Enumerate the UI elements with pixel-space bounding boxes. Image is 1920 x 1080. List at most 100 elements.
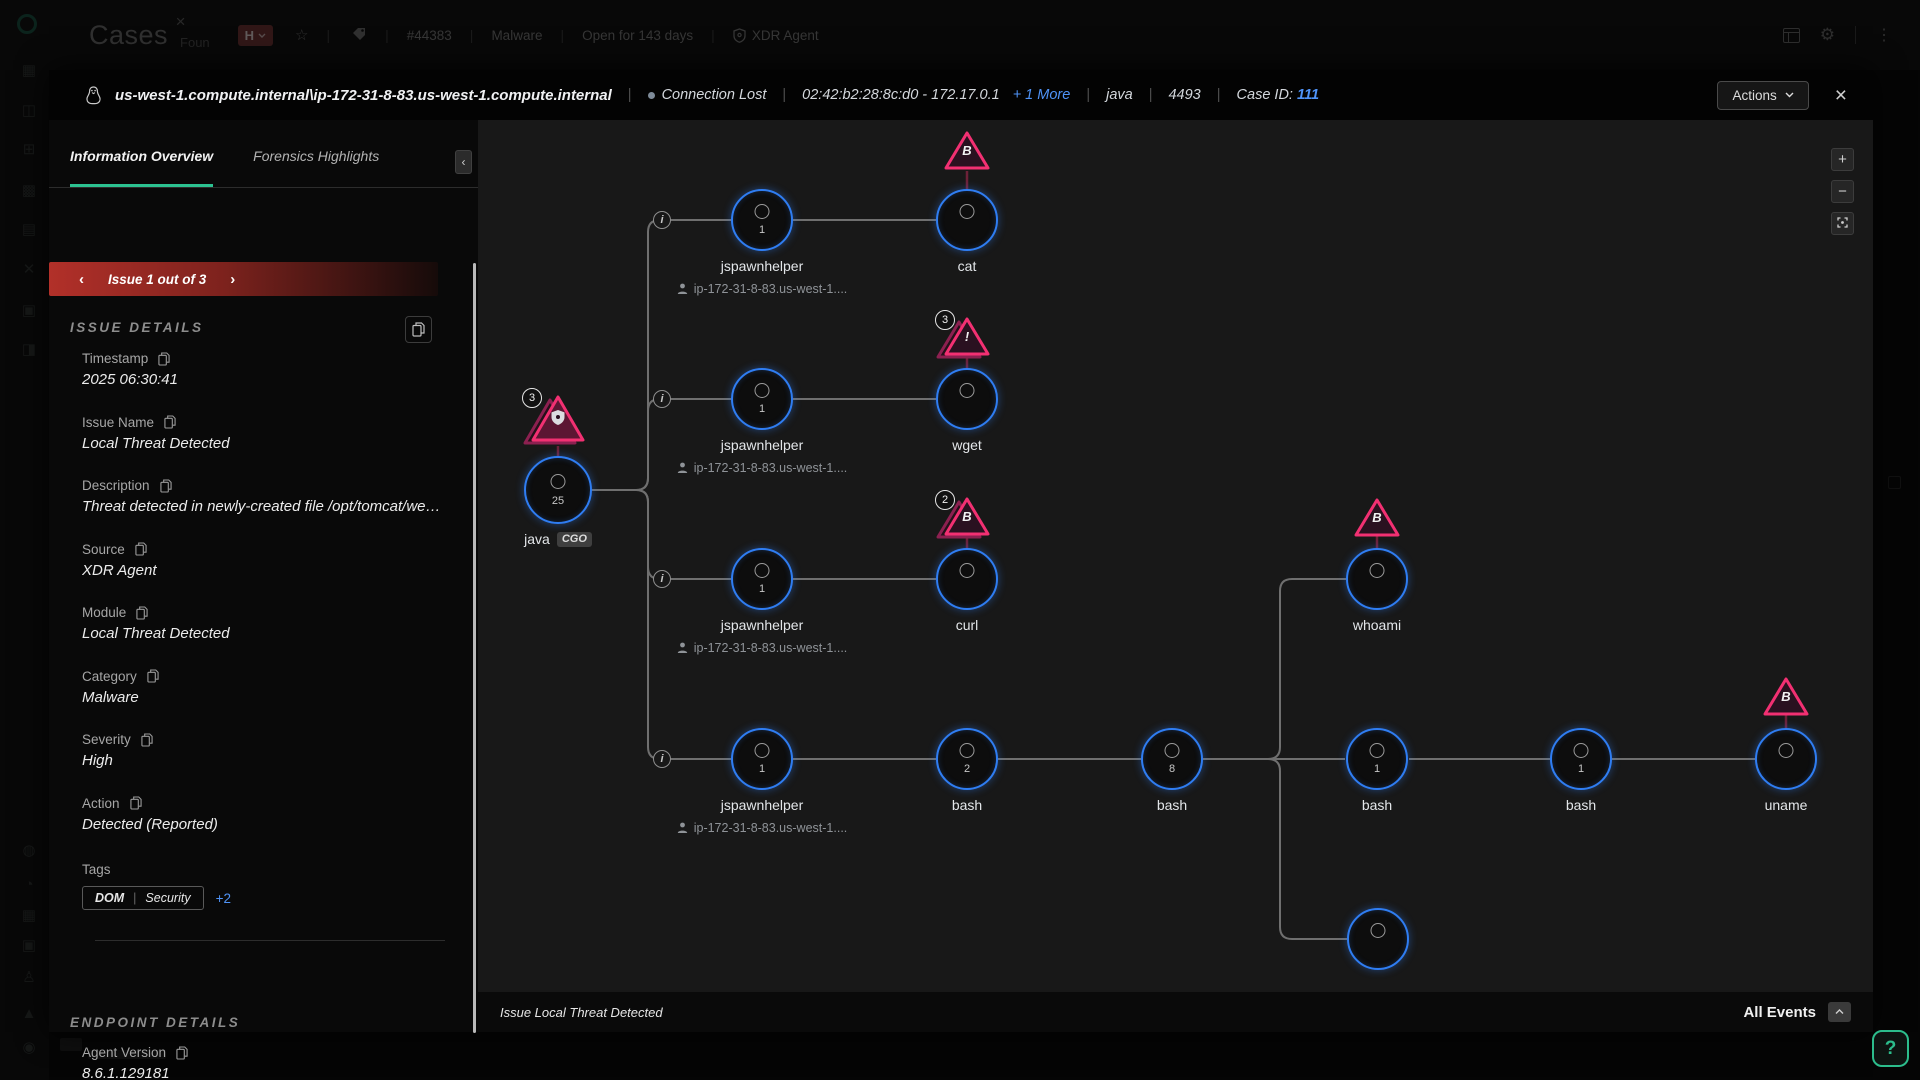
node-host: ip-172-31-8-83.us-west-1.... <box>642 282 882 296</box>
alert-glyph: B <box>943 143 991 158</box>
copy-icon[interactable] <box>135 542 147 556</box>
process-icon <box>1574 743 1589 758</box>
alert-triangle-B[interactable]: B <box>943 130 991 172</box>
process-node-whoami[interactable] <box>1346 548 1408 610</box>
linux-icon <box>85 86 102 105</box>
copy-icon[interactable] <box>164 415 176 429</box>
tab-information-overview[interactable]: Information Overview <box>70 148 213 187</box>
process-node-jspawnhelper[interactable]: 1 <box>731 189 793 251</box>
copy-icon[interactable] <box>136 606 148 620</box>
process-node-uname[interactable] <box>1755 728 1817 790</box>
copy-icon[interactable] <box>158 352 170 366</box>
process-count: 1 <box>733 583 791 595</box>
field-label: Description <box>82 478 150 493</box>
user-icon <box>677 822 688 834</box>
info-icon[interactable]: i <box>653 211 671 229</box>
endpoint-fields: Agent Version8.6.1.129181 <box>82 1045 452 1080</box>
info-icon[interactable]: i <box>653 570 671 588</box>
copy-icon[interactable] <box>160 479 172 493</box>
alert-triangle-shield[interactable]: 3 <box>530 394 586 444</box>
case-id: Case ID: 111 <box>1237 87 1320 103</box>
copy-icon[interactable] <box>147 669 159 683</box>
alert-count-badge: 3 <box>935 310 955 330</box>
process-node-bash[interactable]: 2 <box>936 728 998 790</box>
collapse-events-button[interactable] <box>1828 1002 1851 1022</box>
process-name: java <box>1106 87 1133 103</box>
issue-info-panel: Information Overview Forensics Highlight… <box>49 120 478 1032</box>
panel-tabs: Information Overview Forensics Highlight… <box>49 120 478 188</box>
process-node-curl[interactable] <box>936 548 998 610</box>
causality-graph-canvas[interactable]: 25javaCGO31jspawnhelperip-172-31-8-83.us… <box>478 120 1873 992</box>
node-label: whoami <box>1267 617 1487 633</box>
process-node-bash[interactable]: 1 <box>1550 728 1612 790</box>
process-node-java[interactable]: 25 <box>524 456 592 524</box>
user-icon <box>677 642 688 654</box>
detail-field: ActionDetected (Reported) <box>82 796 452 860</box>
endpoint-hostname: us-west-1.compute.internal\ip-172-31-8-8… <box>115 87 612 104</box>
process-icon <box>755 383 770 398</box>
process-count: 1 <box>1348 763 1406 775</box>
process-icon <box>960 563 975 578</box>
info-icon[interactable]: i <box>653 390 671 408</box>
field-label: Module <box>82 605 126 620</box>
node-label: jspawnhelper <box>652 437 872 453</box>
field-label: Action <box>82 796 120 811</box>
process-node-wget[interactable] <box>936 368 998 430</box>
help-button[interactable]: ? <box>1872 1030 1909 1067</box>
copy-icon[interactable] <box>141 733 153 747</box>
detail-field: CategoryMalware <box>82 669 452 733</box>
user-icon <box>677 283 688 295</box>
copy-icon[interactable] <box>130 796 142 810</box>
alert-triangle-B[interactable]: B <box>1353 497 1401 539</box>
alert-triangle-B[interactable]: B2 <box>943 496 991 538</box>
tags-more-link[interactable]: +2 <box>216 891 231 906</box>
process-icon <box>755 743 770 758</box>
process-icon <box>755 563 770 578</box>
process-node-bash[interactable]: 8 <box>1141 728 1203 790</box>
alert-triangle-B[interactable]: B <box>1762 676 1810 718</box>
field-value: Malware <box>82 689 442 706</box>
issue-nav-label: Issue 1 out of 3 <box>108 272 206 287</box>
case-id-link[interactable]: 111 <box>1297 87 1319 103</box>
process-node-jspawnhelper[interactable]: 1 <box>731 548 793 610</box>
copy-icon[interactable] <box>176 1046 188 1060</box>
zoom-in-button[interactable]: + <box>1831 148 1854 171</box>
fit-view-button[interactable] <box>1831 212 1854 235</box>
node-host: ip-172-31-8-83.us-west-1.... <box>642 641 882 655</box>
detail-field: ModuleLocal Threat Detected <box>82 605 452 669</box>
zoom-out-button[interactable]: − <box>1831 180 1854 203</box>
field-value: High <box>82 752 442 769</box>
issue-detail-modal: us-west-1.compute.internal\ip-172-31-8-8… <box>49 70 1873 1032</box>
process-icon <box>1779 743 1794 758</box>
process-node-jspawnhelper[interactable]: 1 <box>731 368 793 430</box>
process-node-hidden[interactable] <box>1347 908 1409 970</box>
process-count: 8 <box>1143 763 1201 775</box>
tags-chip[interactable]: DOM|Security <box>82 886 204 910</box>
node-label: bash <box>857 797 1077 813</box>
panel-collapse-button[interactable]: ‹ <box>455 150 472 174</box>
copy-all-button[interactable] <box>405 316 432 343</box>
alert-triangle-![interactable]: !3 <box>943 316 991 358</box>
process-node-bash[interactable]: 1 <box>1346 728 1408 790</box>
actions-button[interactable]: Actions <box>1717 81 1808 110</box>
endpoint-mac-ip: 02:42:b2:28:8c:d0 - 172.17.0.1 <box>802 87 1000 103</box>
panel-scrollbar[interactable] <box>473 263 476 1033</box>
tab-forensics-highlights[interactable]: Forensics Highlights <box>253 148 379 187</box>
info-icon[interactable]: i <box>653 750 671 768</box>
modal-close-icon[interactable]: × <box>1835 85 1847 106</box>
all-events-toggle[interactable]: All Events <box>1743 1004 1816 1021</box>
previous-issue-icon[interactable]: ‹ <box>79 271 84 288</box>
process-count: 1 <box>733 224 791 236</box>
field-label: Source <box>82 542 125 557</box>
more-link[interactable]: + 1 More <box>1013 87 1071 103</box>
node-label: cat <box>857 258 1077 274</box>
node-label: bash <box>1062 797 1282 813</box>
process-node-jspawnhelper[interactable]: 1 <box>731 728 793 790</box>
field-label: Agent Version <box>82 1045 166 1060</box>
process-node-cat[interactable] <box>936 189 998 251</box>
next-issue-icon[interactable]: › <box>230 271 235 288</box>
graph-footer-bar: Issue Local Threat Detected All Events <box>478 992 1873 1032</box>
issue-navigator: ‹ Issue 1 out of 3 › <box>49 262 438 296</box>
alert-count-badge: 3 <box>522 388 542 408</box>
field-value: Threat detected in newly-created file /o… <box>82 498 442 515</box>
